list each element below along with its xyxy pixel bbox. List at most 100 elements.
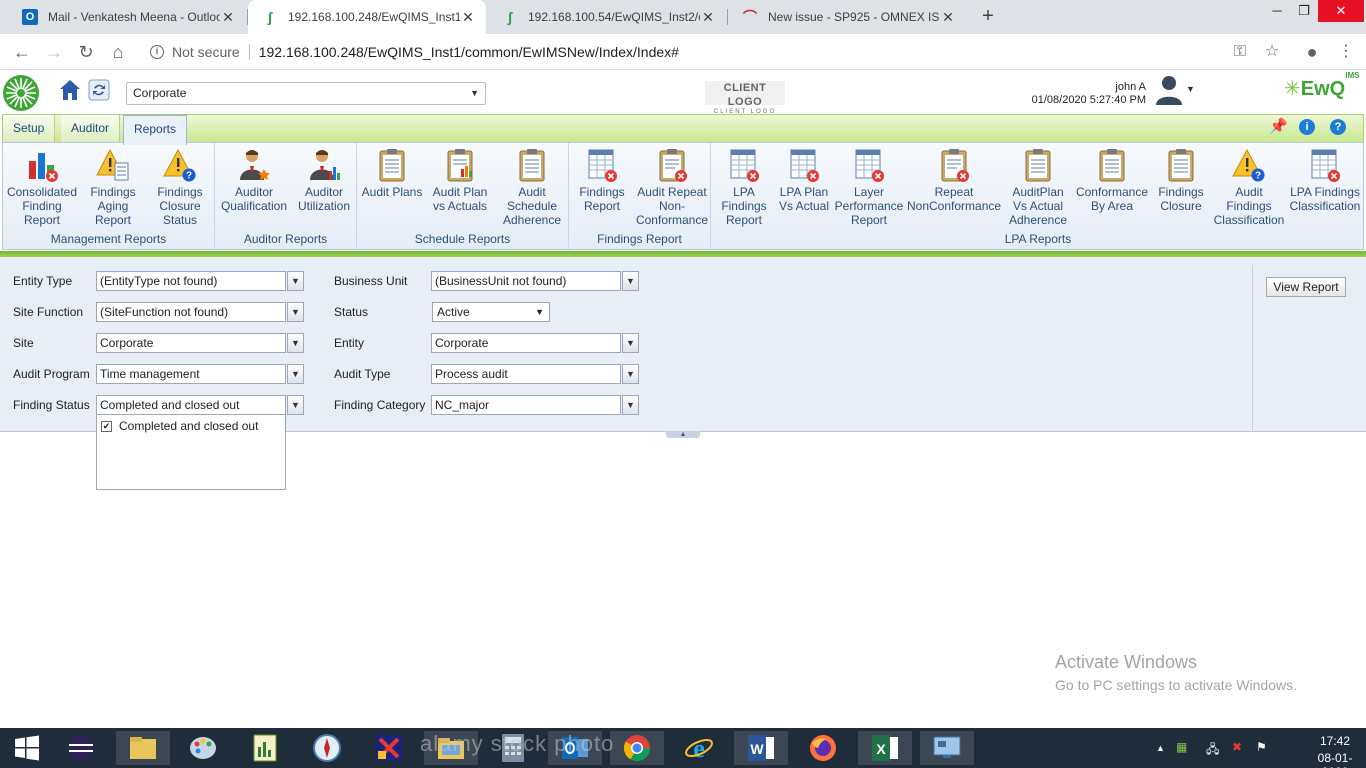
forward-icon[interactable]: → [44, 42, 64, 62]
user-menu-caret-icon[interactable]: ▼ [1186, 84, 1195, 94]
close-tab-icon[interactable]: ✕ [460, 9, 476, 25]
audit-plan-vs-actuals-button[interactable]: Audit Plan vs Actuals [427, 147, 493, 213]
business-unit-combo[interactable]: (BusinessUnit not found) ▼ [431, 271, 639, 291]
chevron-down-icon[interactable]: ▼ [287, 302, 304, 322]
address-bar[interactable]: i Not secure 192.168.100.248/EwQIMS_Inst… [140, 38, 1290, 66]
taskbar-chrome[interactable] [610, 731, 664, 765]
tab-auditor[interactable]: Auditor [61, 115, 121, 143]
lpa-findings-classification-button[interactable]: LPA Findings Classification [1287, 147, 1363, 213]
star-icon[interactable]: ☆ [1262, 42, 1282, 62]
audit-repeat-nonconformance-button[interactable]: Audit Repeat Non- Conformance [635, 147, 709, 227]
site-selector[interactable]: Corporate ▼ [126, 82, 486, 105]
auditor-utilization-button[interactable]: Auditor Utilization [293, 147, 355, 213]
restore-button[interactable]: ❐ [1291, 0, 1317, 22]
taskbar-xmind[interactable] [362, 731, 416, 765]
profile-icon[interactable]: ● [1302, 42, 1322, 62]
audit-schedule-adherence-button[interactable]: Audit Schedule Adherence [497, 147, 567, 227]
warning-report-icon [96, 148, 129, 181]
avatar-icon[interactable] [1155, 74, 1183, 106]
tab-title: 192.168.100.248/EwQIMS_Inst1/c [288, 10, 460, 24]
status-select[interactable]: Active ▼ [432, 302, 550, 322]
chevron-down-icon[interactable]: ▼ [287, 364, 304, 384]
close-tab-icon[interactable]: ✕ [700, 9, 716, 25]
tab-ewqims-inst1[interactable]: ʃ 192.168.100.248/EwQIMS_Inst1/c ✕ [248, 0, 486, 34]
conformance-by-area-button[interactable]: Conformance By Area [1075, 147, 1149, 213]
lpa-findings-report-button[interactable]: LPA Findings Report [715, 147, 773, 227]
audit-type-combo[interactable]: Process audit ▼ [431, 364, 639, 384]
clock-time[interactable]: 17:42 [1312, 734, 1358, 748]
chevron-down-icon[interactable]: ▼ [622, 395, 639, 415]
taskbar-excel[interactable]: X [858, 731, 912, 765]
tab-setup[interactable]: Setup [3, 115, 56, 143]
clock-date[interactable]: 08-01-2020 [1312, 751, 1358, 768]
repeat-nonconformance-button[interactable]: Repeat NonConformance [907, 147, 1001, 213]
auditplan-vs-actual-adherence-button[interactable]: AuditPlan Vs Actual Adherence [1003, 147, 1073, 227]
finding-status-combo[interactable]: Completed and closed out ▼ [96, 395, 304, 415]
network-icon[interactable]: 🖧 [1206, 740, 1219, 761]
taskbar-internet-explorer[interactable]: e [672, 731, 726, 765]
tab-new-issue[interactable]: ⌒ New issue - SP925 - OMNEX ISSU ✕ [728, 0, 966, 34]
taskbar-sticky-notes[interactable] [116, 731, 170, 765]
url-text[interactable]: 192.168.100.248/EwQIMS_Inst1/common/EwIM… [259, 44, 679, 60]
entity-type-combo[interactable]: (EntityType not found) ▼ [96, 271, 304, 291]
close-tab-icon[interactable]: ✕ [940, 9, 956, 25]
menu-dots-icon[interactable]: ⋮ [1336, 42, 1356, 62]
pin-icon[interactable]: 📌 [1269, 119, 1288, 135]
chevron-down-icon[interactable]: ▼ [287, 395, 304, 415]
key-icon[interactable]: ⚿ [1230, 42, 1250, 62]
findings-aging-report-button[interactable]: Findings Aging Report [83, 147, 143, 227]
taskbar-eclipse[interactable] [54, 731, 108, 765]
finding-category-combo[interactable]: NC_major ▼ [431, 395, 639, 415]
view-report-button[interactable]: View Report [1266, 277, 1346, 297]
taskbar-paint[interactable] [176, 731, 230, 765]
entity-combo[interactable]: Corporate ▼ [431, 333, 639, 353]
taskbar-project-app[interactable] [238, 731, 292, 765]
volume-muted-icon[interactable]: ✖ [1232, 740, 1242, 754]
new-tab-button[interactable]: + [978, 6, 998, 26]
chevron-down-icon[interactable]: ▼ [287, 271, 304, 291]
home-browser-icon[interactable]: ⌂ [108, 42, 128, 62]
taskbar-remote-desktop[interactable] [920, 731, 974, 765]
chevron-down-icon[interactable]: ▼ [622, 333, 639, 353]
home-icon[interactable] [58, 78, 82, 102]
checkbox-checked-icon[interactable]: ✔ [101, 420, 112, 432]
start-button[interactable] [0, 731, 54, 765]
findings-closure-button[interactable]: Findings Closure [1151, 147, 1211, 213]
flag-icon[interactable]: ⚑ [1256, 740, 1267, 754]
minimize-button[interactable]: ─ [1264, 0, 1290, 22]
audit-findings-classification-button[interactable]: ? Audit Findings Classification [1213, 147, 1285, 227]
lpa-plan-vs-actual-button[interactable]: LPA Plan Vs Actual [775, 147, 833, 213]
auditor-qualification-button[interactable]: Auditor Qualification [219, 147, 289, 213]
audit-program-combo[interactable]: Time management ▼ [96, 364, 304, 384]
findings-closure-status-button[interactable]: ? Findings Closure Status [149, 147, 211, 227]
collapse-panel-handle[interactable]: ▲ [666, 431, 700, 438]
reload-icon[interactable]: ↻ [76, 42, 96, 62]
close-window-button[interactable]: ✕ [1318, 0, 1364, 22]
findings-report-button[interactable]: Findings Report [571, 147, 633, 213]
site-combo[interactable]: Corporate ▼ [96, 333, 304, 353]
chevron-down-icon[interactable]: ▼ [622, 271, 639, 291]
tray-chevron-up-icon[interactable]: ▲ [1156, 743, 1165, 753]
information-icon[interactable]: i [1299, 119, 1315, 135]
tab-ewqims-inst2[interactable]: ʃ 192.168.100.54/EwQIMS_Inst2/co ✕ [488, 0, 726, 34]
info-icon[interactable]: i [150, 45, 164, 59]
taskbar-firefox[interactable] [796, 731, 850, 765]
back-icon[interactable]: ← [12, 42, 32, 62]
taskbar-safari[interactable] [300, 731, 354, 765]
close-tab-icon[interactable]: ✕ [220, 9, 236, 25]
consolidated-finding-report-button[interactable]: Consolidated Finding Report [5, 147, 79, 227]
taskbar-word[interactable]: W [734, 731, 788, 765]
tab-reports[interactable]: Reports [123, 115, 188, 145]
tray-app-icon[interactable]: ▦ [1176, 740, 1187, 754]
xmind-icon [376, 735, 402, 761]
chevron-down-icon[interactable]: ▼ [287, 333, 304, 353]
app-logo-icon[interactable] [2, 74, 40, 112]
chevron-down-icon[interactable]: ▼ [622, 364, 639, 384]
tab-outlook-mail[interactable]: O Mail - Venkatesh Meena - Outlook ✕ [8, 0, 246, 34]
dropdown-option[interactable]: ✔ Completed and closed out [101, 419, 258, 433]
help-icon[interactable]: ? [1330, 119, 1346, 135]
layer-performance-report-button[interactable]: Layer Performance Report [833, 147, 905, 227]
audit-plans-button[interactable]: Audit Plans [359, 147, 425, 199]
refresh-icon[interactable] [88, 79, 110, 101]
site-function-combo[interactable]: (SiteFunction not found) ▼ [96, 302, 304, 322]
